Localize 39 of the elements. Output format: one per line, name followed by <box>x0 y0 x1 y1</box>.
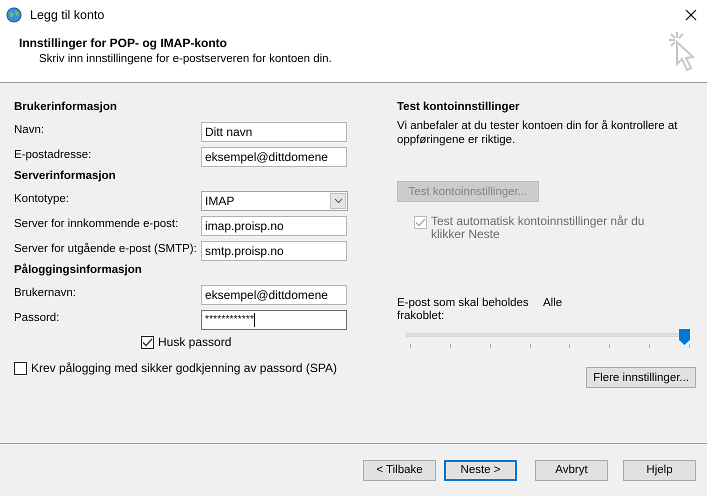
globe-icon <box>6 7 22 23</box>
input-field[interactable]: Ditt navn <box>201 122 347 142</box>
dialog-button[interactable]: Hjelp <box>623 460 696 480</box>
more-settings-button[interactable]: Flere innstillinger... <box>586 367 696 388</box>
checkbox-label: Test automatisk kontoinnstillinger når du klikker Neste <box>431 215 646 241</box>
field-label: E-postadresse: <box>14 148 92 160</box>
field-label: Kontotype: <box>14 192 70 204</box>
section-heading: Serverinformasjon <box>14 169 117 184</box>
section-heading: Påloggingsinformasjon <box>14 263 143 278</box>
field-label: Navn: <box>14 124 46 136</box>
dialog-button[interactable]: Neste > <box>444 460 517 480</box>
input-field[interactable]: eksempel@dittdomene <box>201 146 347 166</box>
field-label: Server for innkommende e-post: <box>14 218 180 230</box>
section-heading: Brukerinformasjon <box>14 100 118 115</box>
checkbox[interactable] <box>141 336 154 349</box>
chevron-down-icon <box>334 198 342 204</box>
close-icon[interactable] <box>685 9 697 21</box>
field-label: Passord: <box>14 312 60 324</box>
field-label: Server for utgående e-post (SMTP): <box>14 242 198 254</box>
checkbox-label: Husk passord <box>158 335 232 349</box>
offline-mail-slider[interactable] <box>406 329 690 351</box>
input-field[interactable]: imap.proisp.no <box>201 216 347 236</box>
page-heading: Innstillinger for POP- og IMAP-konto <box>19 36 228 50</box>
page-subtitle: Skriv inn innstillingene for e-postserveren for kontoen din. <box>39 53 332 65</box>
password-field[interactable]: ************ <box>201 310 347 330</box>
checkbox[interactable] <box>14 362 27 375</box>
offline-mail-value: Alle <box>543 297 562 311</box>
input-field[interactable]: smtp.proisp.no <box>201 240 347 260</box>
account-type-dropdown[interactable]: IMAP <box>201 190 348 210</box>
section-heading: Test kontoinnstillinger <box>397 100 520 115</box>
input-field[interactable]: eksempel@dittdomene <box>201 284 347 304</box>
offline-mail-label: E-post som skal beholdes frakoblet: <box>397 297 530 323</box>
checkbox-label: Krev pålogging med sikker godkjenning av passord (SPA) <box>31 361 337 375</box>
description-text: Vi anbefaler at du tester kontoen din for å kontrollere at oppføringene er riktige. <box>397 119 678 147</box>
field-label: Brukernavn: <box>14 286 78 298</box>
slider-thumb[interactable] <box>679 329 690 345</box>
window-title: Legg til konto <box>30 8 106 22</box>
dialog-button[interactable]: < Tilbake <box>363 460 436 480</box>
dialog-button[interactable]: Avbryt <box>535 460 608 480</box>
